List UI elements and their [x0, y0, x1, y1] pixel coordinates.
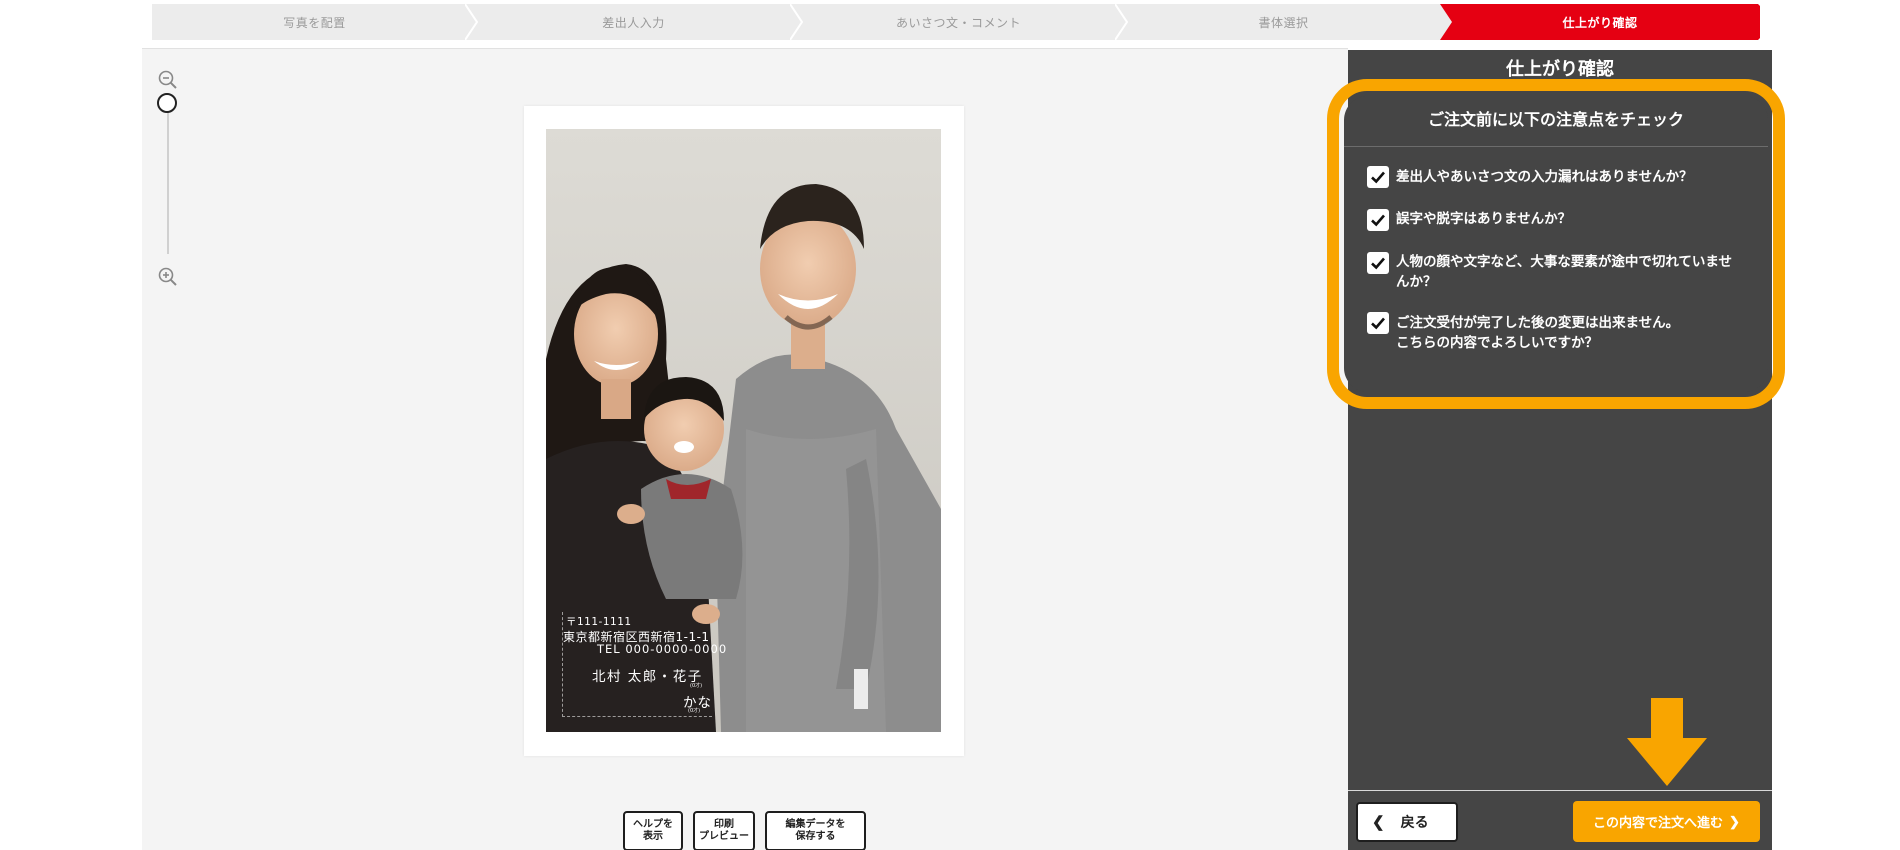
panel-title: 仕上がり確認 [1506, 59, 1614, 79]
checkbox[interactable] [1367, 252, 1389, 274]
postal-code: 〒111-1111 [566, 616, 632, 628]
step-label: 仕上がり確認 [1562, 15, 1638, 30]
step-label: 差出人入力 [602, 15, 665, 30]
age-note: (0才) [690, 683, 703, 689]
editor-screen: 写真を配置 差出人入力 あいさつ文・コメント 書体選択 仕上がり確認 〒111-… [0, 0, 1900, 850]
chevron-right-icon: ❯ [1729, 813, 1740, 829]
telephone: TEL 000-0000-0000 [597, 642, 728, 656]
print-preview-button[interactable]: 印刷 プレビュー [693, 811, 755, 850]
checklist-item-text: 誤字や脱字はありませんか？ [1396, 211, 1572, 226]
checklist-item-text: 差出人やあいさつ文の入力漏れはありませんか？ [1396, 169, 1693, 184]
checklist-item-text: 人物の顔や文字など、大事な要素が途中で切れていませ んか？ [1396, 254, 1733, 289]
step-final-check[interactable]: 仕上がり確認 [1440, 4, 1760, 40]
chevron-left-icon: ❮ [1372, 814, 1385, 831]
checkbox[interactable] [1367, 209, 1389, 231]
step-sender-input[interactable]: 差出人入力 [465, 4, 802, 40]
check-icon [1371, 317, 1385, 330]
divider [1344, 146, 1768, 147]
step-label: あいさつ文・コメント [895, 15, 1021, 30]
step-font-select[interactable]: 書体選択 [1115, 4, 1452, 40]
checklist-item-text: ご注文受付が完了した後の変更は出来ません。 こちらの内容でよろしいですか？ [1396, 315, 1680, 350]
back-button[interactable]: ❮ 戻る [1356, 802, 1458, 842]
next-label: この内容で注文へ進む [1593, 815, 1724, 830]
age-note: (0才) [688, 708, 701, 714]
zoom-out-icon[interactable] [157, 69, 179, 91]
help-button[interactable]: ヘルプを 表示 [623, 811, 683, 850]
check-icon [1371, 214, 1385, 227]
zoom-slider-handle[interactable] [157, 93, 177, 113]
back-label: 戻る [1400, 814, 1429, 830]
check-icon [1371, 257, 1385, 270]
step-label: 写真を配置 [283, 15, 346, 30]
checkbox[interactable] [1367, 312, 1389, 334]
proceed-to-order-button[interactable]: この内容で注文へ進む ❯ [1573, 801, 1760, 842]
step-progress-bar: 写真を配置 差出人入力 あいさつ文・コメント 書体選択 仕上がり確認 [152, 4, 1760, 40]
divider [1348, 790, 1772, 791]
checklist-heading: ご注文前に以下の注意点をチェック [1427, 112, 1684, 129]
check-icon [1371, 171, 1385, 184]
step-place-photo[interactable]: 写真を配置 [152, 4, 477, 40]
zoom-in-icon[interactable] [157, 266, 179, 288]
step-greeting-comment[interactable]: あいさつ文・コメント [790, 4, 1127, 40]
checkbox[interactable] [1367, 166, 1389, 188]
save-data-button[interactable]: 編集データを 保存する [765, 811, 866, 850]
step-label: 書体選択 [1258, 15, 1309, 30]
zoom-slider-track[interactable] [167, 104, 169, 254]
arrow-down-icon [1627, 698, 1707, 786]
sender-names: 北村 太郎・花子 [592, 669, 703, 685]
